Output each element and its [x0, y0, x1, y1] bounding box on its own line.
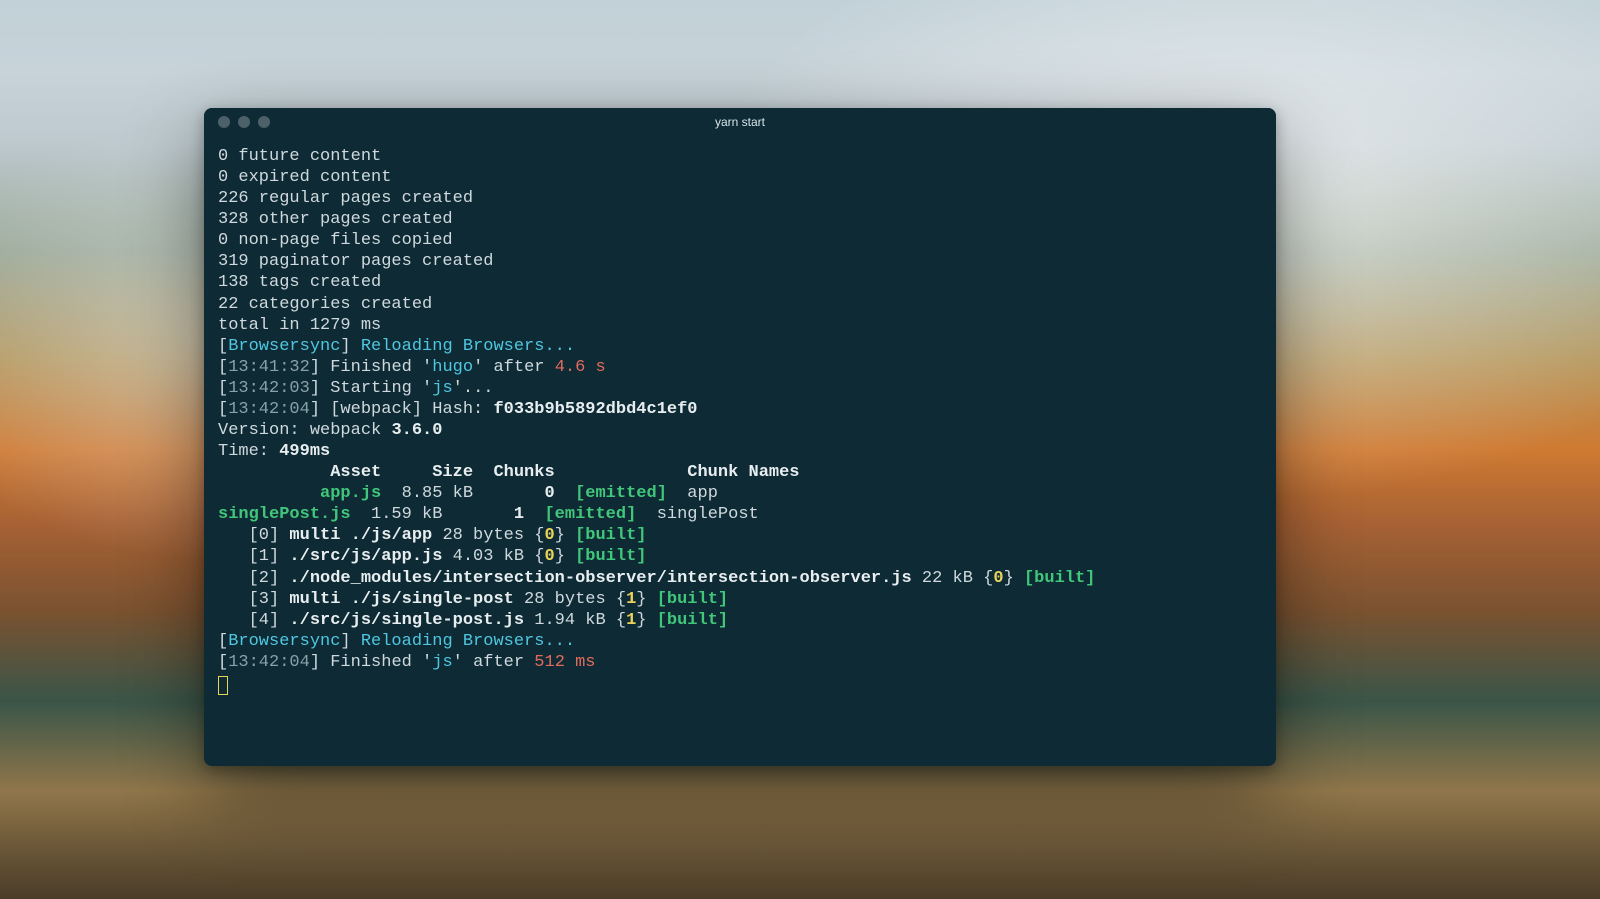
module-3: [3] multi ./js/single-post 28 bytes {1} …: [218, 590, 728, 609]
window-title: yarn start: [204, 115, 1276, 129]
line-total: total in 1279 ms: [218, 316, 381, 335]
webpack-time-line: Time: 499ms: [218, 442, 330, 461]
table-header: Asset Size Chunks Chunk Names: [218, 463, 800, 482]
bs-line-1: [Browsersync] Reloading Browsers...: [218, 337, 575, 356]
titlebar[interactable]: yarn start: [204, 108, 1276, 136]
table-row-app: app.js 8.85 kB 0 [emitted] app: [218, 484, 718, 503]
line-paginator: 319 paginator pages created: [218, 252, 493, 271]
bs-line-2: [Browsersync] Reloading Browsers...: [218, 632, 575, 651]
module-1: [1] ./src/js/app.js 4.03 kB {0} [built]: [218, 547, 647, 566]
ts-2: 13:42:03: [228, 379, 310, 398]
terminal-window[interactable]: yarn start 0 future content 0 expired co…: [204, 108, 1276, 766]
line-other: 328 other pages created: [218, 210, 453, 229]
bs-reloading-1: Reloading Browsers...: [361, 337, 575, 356]
traffic-lights: [204, 116, 270, 128]
line-categories: 22 categories created: [218, 295, 432, 314]
gulp-finished-hugo: [13:41:32] Finished 'hugo' after 4.6 s: [218, 358, 606, 377]
zoom-icon[interactable]: [258, 116, 270, 128]
line-expired: 0 expired content: [218, 168, 391, 187]
webpack-hash-line: [13:42:04] [webpack] Hash: f033b9b5892db…: [218, 400, 698, 419]
module-2: [2] ./node_modules/intersection-observer…: [218, 569, 1095, 588]
ts-4: 13:42:04: [228, 653, 310, 672]
webpack-version-line: Version: webpack 3.6.0: [218, 421, 442, 440]
cursor-icon: [218, 676, 228, 695]
ts-3: 13:42:04: [228, 400, 310, 419]
gulp-finished-js: [13:42:04] Finished 'js' after 512 ms: [218, 653, 596, 672]
minimize-icon[interactable]: [238, 116, 250, 128]
line-future: 0 future content: [218, 147, 381, 166]
module-4: [4] ./src/js/single-post.js 1.94 kB {1} …: [218, 611, 728, 630]
ts-1: 13:41:32: [228, 358, 310, 377]
gulp-starting-js: [13:42:03] Starting 'js'...: [218, 379, 493, 398]
browsersync-label: Browsersync: [228, 337, 340, 356]
module-0: [0] multi ./js/app 28 bytes {0} [built]: [218, 526, 647, 545]
close-icon[interactable]: [218, 116, 230, 128]
line-regular: 226 regular pages created: [218, 189, 473, 208]
table-row-singlepost: singlePost.js 1.59 kB 1 [emitted] single…: [218, 505, 759, 524]
line-tags: 138 tags created: [218, 273, 381, 292]
terminal-output[interactable]: 0 future content 0 expired content 226 r…: [204, 136, 1276, 766]
line-nonpage: 0 non-page files copied: [218, 231, 453, 250]
